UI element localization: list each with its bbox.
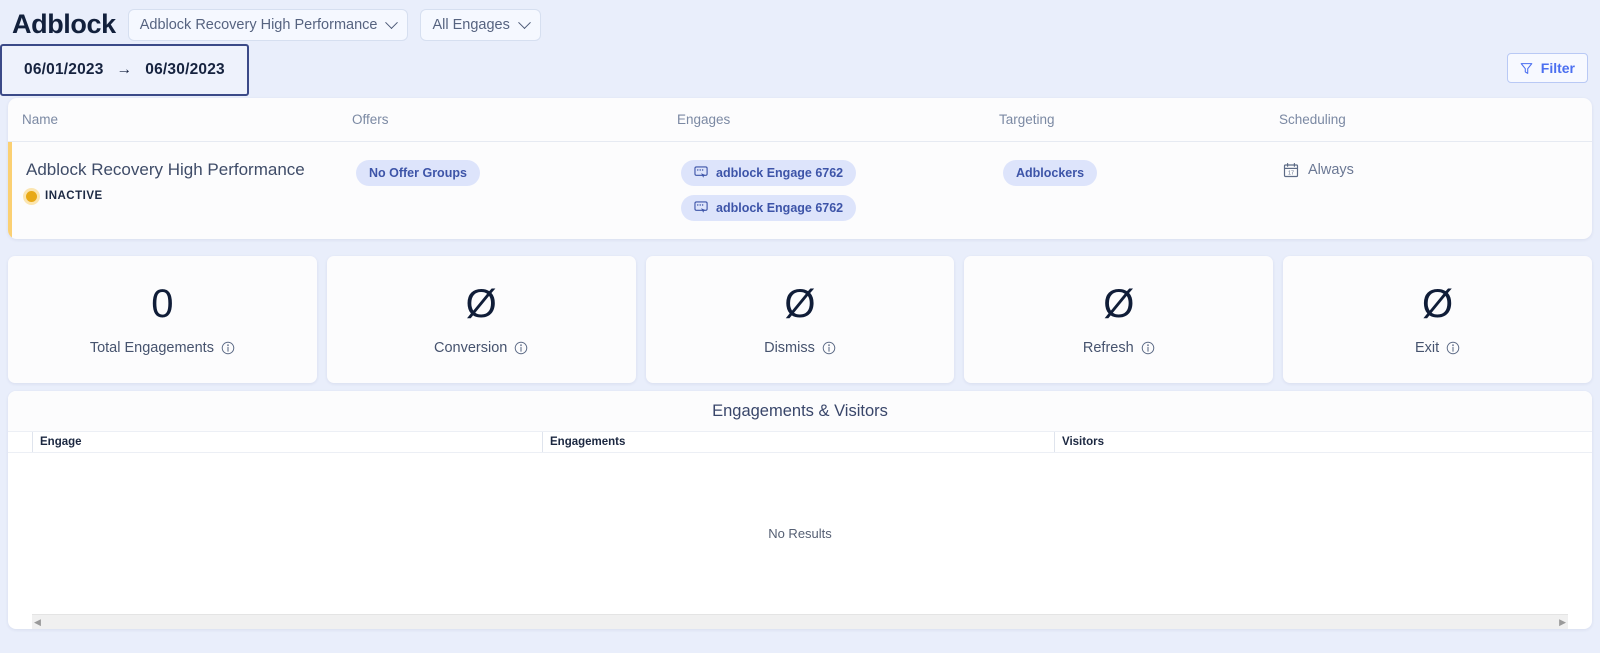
info-icon[interactable] [1141,341,1155,355]
top-toolbar: Adblock Adblock Recovery High Performanc… [0,0,1600,44]
metric-label: Total Engagements [89,339,214,356]
date-range-picker[interactable]: 06/01/2023 → 06/30/2023 [0,44,249,96]
column-header-targeting: Targeting [999,112,1055,127]
svg-text:17: 17 [1288,171,1294,177]
engagements-table-header: Engage Engagements Visitors [8,431,1592,453]
metric-label: Refresh [1082,339,1134,356]
filter-button[interactable]: Filter [1506,53,1588,83]
metric-label: Dismiss [764,339,815,356]
scroll-left-arrow-icon[interactable]: ◀ [34,617,41,627]
chevron-down-icon [385,15,399,29]
engages-cell: adblock Engage 6762 adblock Engage 6762 [681,160,1003,221]
scheduling-value: Always [1308,162,1354,178]
engagements-table-body: No Results [8,453,1592,614]
metric-card-refresh[interactable]: Ø Refresh [964,256,1274,383]
date-range-end: 06/30/2023 [145,61,225,78]
metric-card-conversion[interactable]: Ø Conversion [326,256,636,383]
chevron-down-icon [517,15,531,29]
date-filter-row: 06/01/2023 → 06/30/2023 Filter [0,44,1600,98]
column-header-visitors: Visitors [1054,432,1592,452]
targeting-badge[interactable]: Adblockers [1003,160,1098,186]
scheduling-value-wrap: 17 Always [1283,160,1592,178]
info-icon[interactable] [822,341,836,355]
metric-value: Ø [1422,281,1454,326]
status-dot-icon [26,190,37,202]
date-range-arrow-icon: → [116,61,133,78]
filter-button-label: Filter [1540,60,1575,76]
metric-value: Ø [1103,281,1135,326]
metric-value: Ø [784,281,816,326]
column-header-engagements: Engagements [542,432,1054,452]
status-label: INACTIVE [45,190,103,203]
metric-label-wrap: Exit [1415,340,1460,356]
status-badge: INACTIVE [26,190,356,202]
metric-value: 0 [151,281,174,326]
horizontal-scrollbar[interactable]: ◀ ▶ [32,614,1568,629]
targeting-cell: Adblockers [1003,160,1283,186]
metric-label-wrap: Total Engagements [90,340,235,356]
info-icon[interactable] [1446,341,1460,355]
metric-label: Conversion [434,339,508,356]
scheduling-cell: 17 Always [1283,160,1592,178]
metric-value: Ø [465,281,497,326]
engagements-visitors-title: Engagements & Visitors [8,391,1592,431]
engage-badge-label: adblock Engage 6762 [716,166,844,180]
offers-cell: No Offer Groups [356,160,681,186]
filter-funnel-icon [1520,62,1533,74]
metric-card-exit[interactable]: Ø Exit [1283,256,1592,383]
metric-label: Exit [1415,339,1440,356]
engage-banner-icon [694,166,708,178]
campaign-name: Adblock Recovery High Performance [26,160,305,179]
engage-badge-label: adblock Engage 6762 [716,201,844,215]
empty-state-message: No Results [768,526,832,541]
engage-select[interactable]: All Engages [420,9,541,41]
metric-card-dismiss[interactable]: Ø Dismiss [645,256,955,383]
metric-label-wrap: Conversion [434,340,528,356]
engage-badge[interactable]: adblock Engage 6762 [681,195,857,221]
engage-badge[interactable]: adblock Engage 6762 [681,160,857,186]
calendar-icon: 17 [1283,163,1299,178]
metric-card-total-engagements[interactable]: 0 Total Engagements [8,256,317,383]
engage-select-label: All Engages [432,17,510,33]
metric-cards: 0 Total Engagements Ø Conversion Ø Dismi… [8,256,1592,383]
column-header-scheduling: Scheduling [1279,112,1346,127]
engage-banner-icon [694,201,708,213]
column-header-offers: Offers [352,112,389,127]
scroll-right-arrow-icon[interactable]: ▶ [1559,617,1566,627]
campaign-panel: Name Offers Engages Targeting Scheduling… [8,98,1592,239]
metric-label-wrap: Refresh [1083,340,1155,356]
date-range-start: 06/01/2023 [24,61,104,78]
column-header-name: Name [22,112,59,127]
column-header-engages: Engages [677,112,731,127]
info-icon[interactable] [221,341,235,355]
campaign-select[interactable]: Adblock Recovery High Performance [127,9,409,41]
metric-label-wrap: Dismiss [764,340,836,356]
campaign-table-header: Name Offers Engages Targeting Scheduling [8,98,1592,142]
app-title: Adblock [12,8,116,39]
column-header-engage: Engage [32,432,542,452]
campaign-name-cell: Adblock Recovery High Performance INACTI… [26,160,356,202]
table-row[interactable]: Adblock Recovery High Performance INACTI… [8,142,1592,239]
info-icon[interactable] [514,341,528,355]
campaign-select-label: Adblock Recovery High Performance [139,17,378,33]
offer-groups-badge[interactable]: No Offer Groups [356,160,480,186]
engagements-visitors-panel: Engagements & Visitors Engage Engagement… [8,391,1592,629]
